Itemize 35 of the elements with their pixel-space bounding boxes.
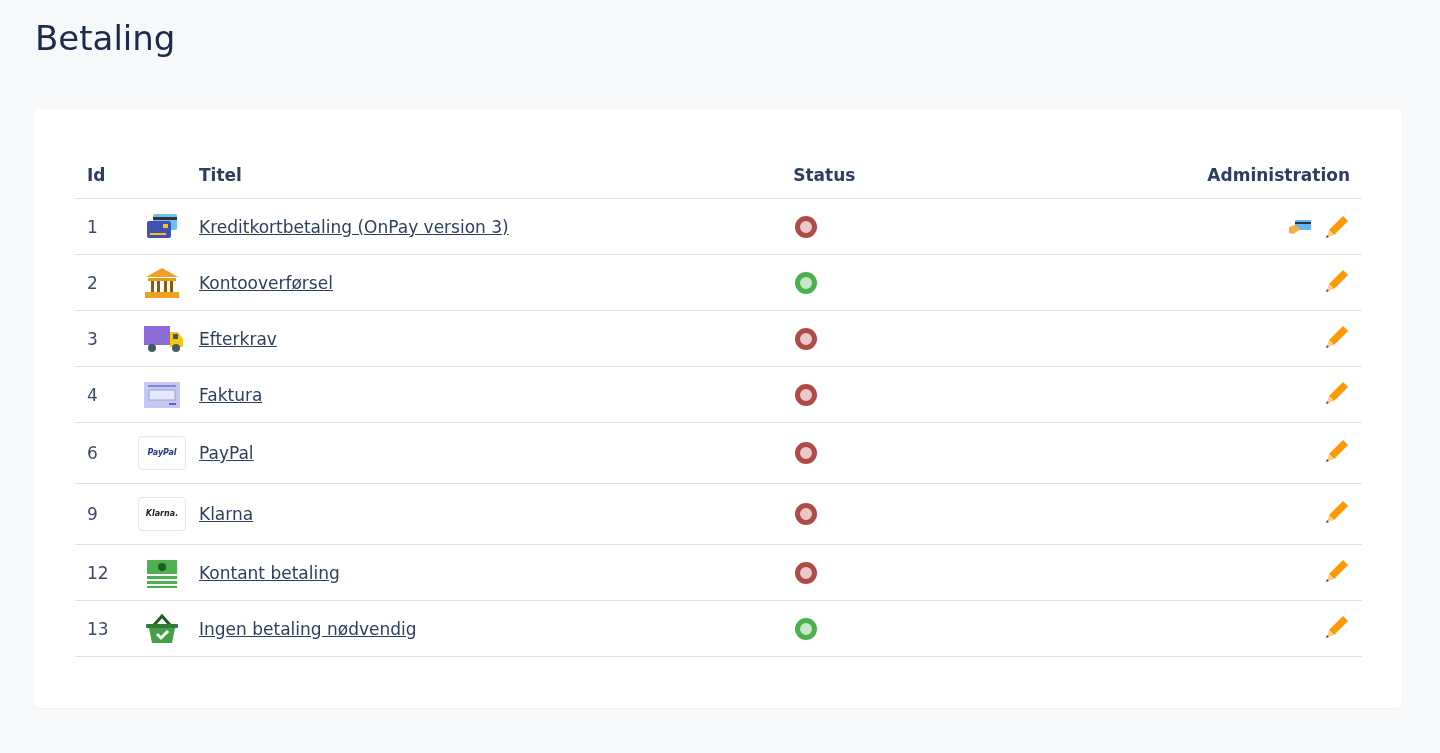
method-link[interactable]: Efterkrav: [199, 328, 277, 349]
payment-logo: Klarna.: [138, 497, 186, 531]
id-cell: 4: [75, 366, 137, 423]
invoice-icon: [143, 380, 181, 409]
edit-button[interactable]: [1324, 213, 1350, 240]
id-cell: 6: [75, 422, 137, 484]
method-link[interactable]: Kreditkortbetaling (OnPay version 3): [199, 216, 509, 237]
edit-button[interactable]: [1324, 557, 1350, 584]
payment-logo: PayPal: [138, 436, 186, 470]
card-payment-button[interactable]: [1288, 217, 1312, 236]
id-cell: 12: [75, 544, 137, 601]
page-title: Betaling: [35, 17, 177, 60]
edit-button[interactable]: [1324, 323, 1350, 350]
method-link[interactable]: PayPal: [199, 443, 254, 463]
id-cell: 1: [75, 198, 137, 255]
basket-check-icon: [145, 613, 179, 644]
edit-button[interactable]: [1324, 499, 1350, 525]
method-link[interactable]: Klarna: [199, 504, 254, 524]
id-cell: 3: [75, 310, 137, 367]
column-header: Id: [75, 165, 137, 199]
column-header: Status: [781, 165, 1066, 199]
id-cell: 13: [75, 600, 137, 657]
method-link[interactable]: Faktura: [199, 384, 263, 405]
edit-button[interactable]: [1324, 267, 1350, 294]
edit-button[interactable]: [1324, 438, 1350, 464]
column-header: Administration: [1065, 165, 1362, 199]
method-link[interactable]: Kontant betaling: [199, 562, 340, 583]
id-cell: 9: [75, 483, 137, 545]
method-link[interactable]: Ingen betaling nødvendig: [199, 618, 417, 639]
bank-icon: [143, 266, 181, 299]
edit-button[interactable]: [1324, 379, 1350, 406]
column-header: Titel: [187, 165, 782, 199]
method-link[interactable]: Kontooverførsel: [199, 272, 333, 293]
id-cell: 2: [75, 254, 137, 311]
edit-button[interactable]: [1324, 613, 1350, 640]
